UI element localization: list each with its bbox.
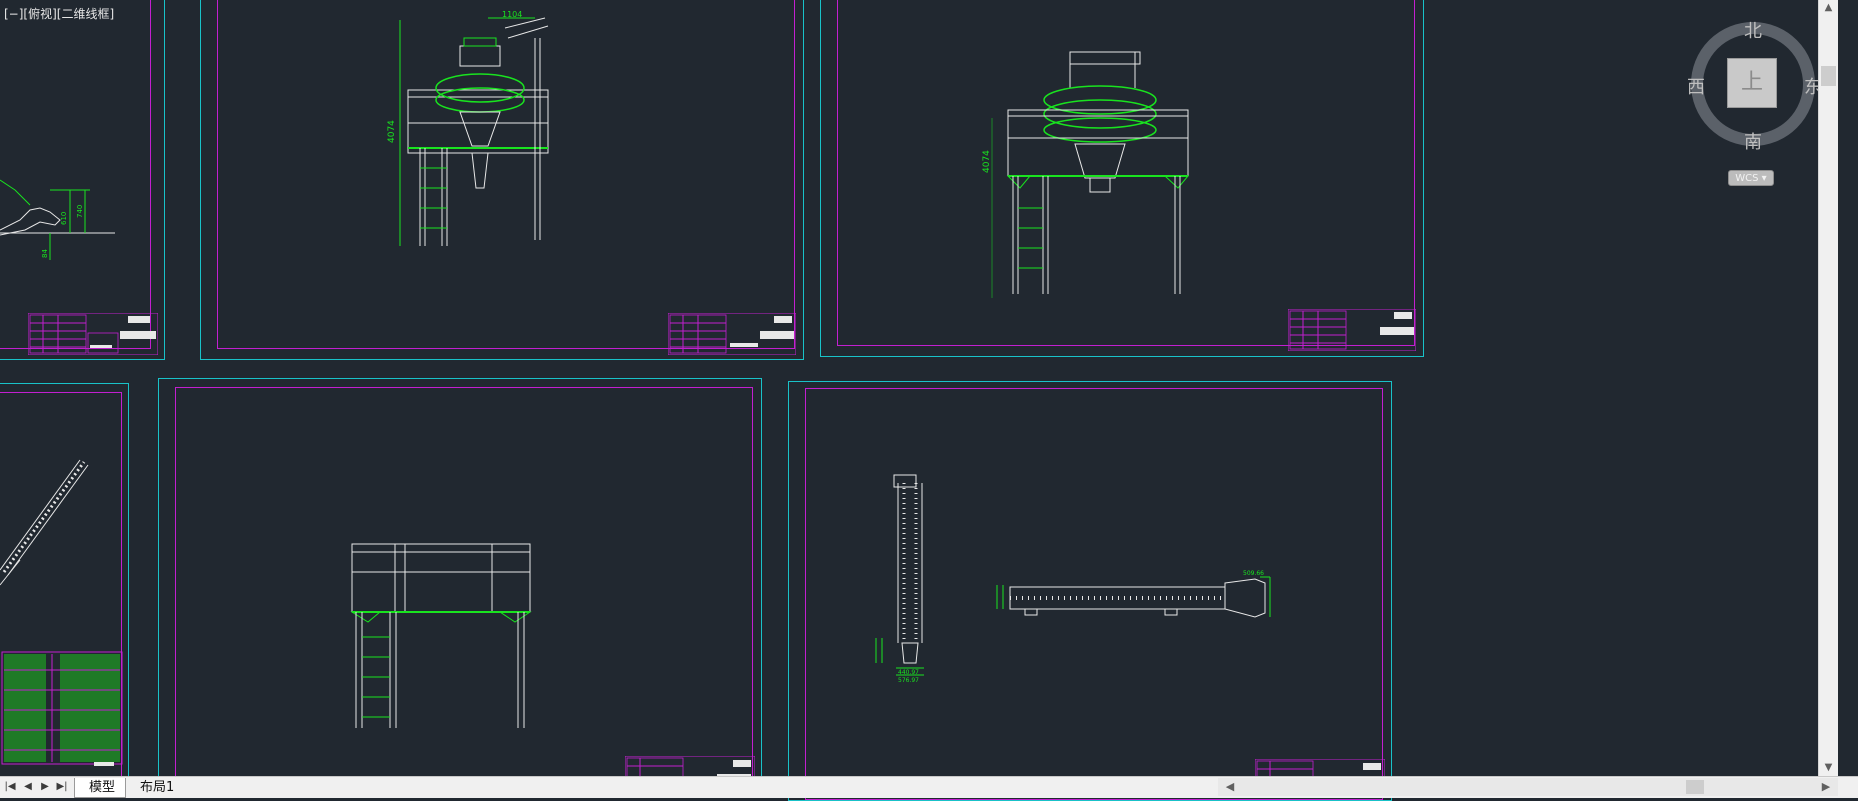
tab-layout1[interactable]: 布局1 xyxy=(126,778,184,797)
scroll-up-icon[interactable]: ▲ xyxy=(1819,0,1838,16)
dim-84: 84 xyxy=(41,249,49,258)
drawing-weigher-side: 4074 xyxy=(982,51,1190,298)
drawing-conveyor-top: 509.66 xyxy=(996,570,1271,618)
dim-440: 440.97 xyxy=(898,669,919,676)
dim-509: 509.66 xyxy=(1243,570,1264,577)
dim-610: 610 xyxy=(60,212,68,225)
dim-1104: 1104 xyxy=(502,10,522,19)
compass-west[interactable]: 西 xyxy=(1687,73,1705,99)
vertical-scroll-thumb[interactable] xyxy=(1821,66,1836,86)
vertical-scrollbar[interactable]: ▲ ▼ xyxy=(1818,0,1838,776)
title-block-platform xyxy=(625,756,755,778)
wcs-label: WCS xyxy=(1735,173,1759,184)
drawing-conveyor-side: 440.97 576.97 xyxy=(875,474,924,684)
scroll-down-icon[interactable]: ▼ xyxy=(1819,760,1838,776)
drawing-weigher-front: 4074 1104 xyxy=(387,10,549,246)
prev-tab-icon[interactable]: ◀ xyxy=(20,779,36,795)
layout-tab-bar: |◀ ◀ ▶ ▶| 模型 布局1 ◀ ▶ xyxy=(0,776,1858,798)
horizontal-scroll-thumb[interactable] xyxy=(1686,780,1704,794)
wcs-menu-button[interactable]: WCS ▾ xyxy=(1728,170,1774,186)
title-block-left-top xyxy=(28,313,158,355)
viewcube-top-face[interactable]: 上 xyxy=(1727,58,1777,108)
next-tab-icon[interactable]: ▶ xyxy=(37,779,53,795)
drawing-parts-table xyxy=(1,651,123,766)
model-space-canvas[interactable]: [−][俯视][二维线框] 740 610 84 4074 1104 4074 … xyxy=(0,0,1838,801)
scroll-left-icon[interactable]: ◀ xyxy=(1222,778,1238,796)
tab-model[interactable]: 模型 xyxy=(74,778,127,798)
compass-south[interactable]: 南 xyxy=(1744,128,1762,154)
title-block-weigher-front xyxy=(668,313,796,355)
compass-north[interactable]: 北 xyxy=(1744,17,1762,43)
drawing-platform xyxy=(350,543,532,728)
dim-4074-front: 4074 xyxy=(387,120,397,143)
horizontal-scrollbar[interactable]: ◀ ▶ xyxy=(1218,778,1838,796)
first-tab-icon[interactable]: |◀ xyxy=(2,779,18,795)
viewcube[interactable]: 北 南 东 西 上 xyxy=(1680,14,1822,194)
dim-740: 740 xyxy=(76,205,84,218)
drawing-incline-conveyor xyxy=(0,459,89,586)
last-tab-icon[interactable]: ▶| xyxy=(54,779,70,795)
dim-576: 576.97 xyxy=(898,677,919,684)
scroll-right-icon[interactable]: ▶ xyxy=(1818,778,1834,796)
dim-4074-side: 4074 xyxy=(982,150,992,173)
title-block-weigher-side xyxy=(1288,309,1416,351)
